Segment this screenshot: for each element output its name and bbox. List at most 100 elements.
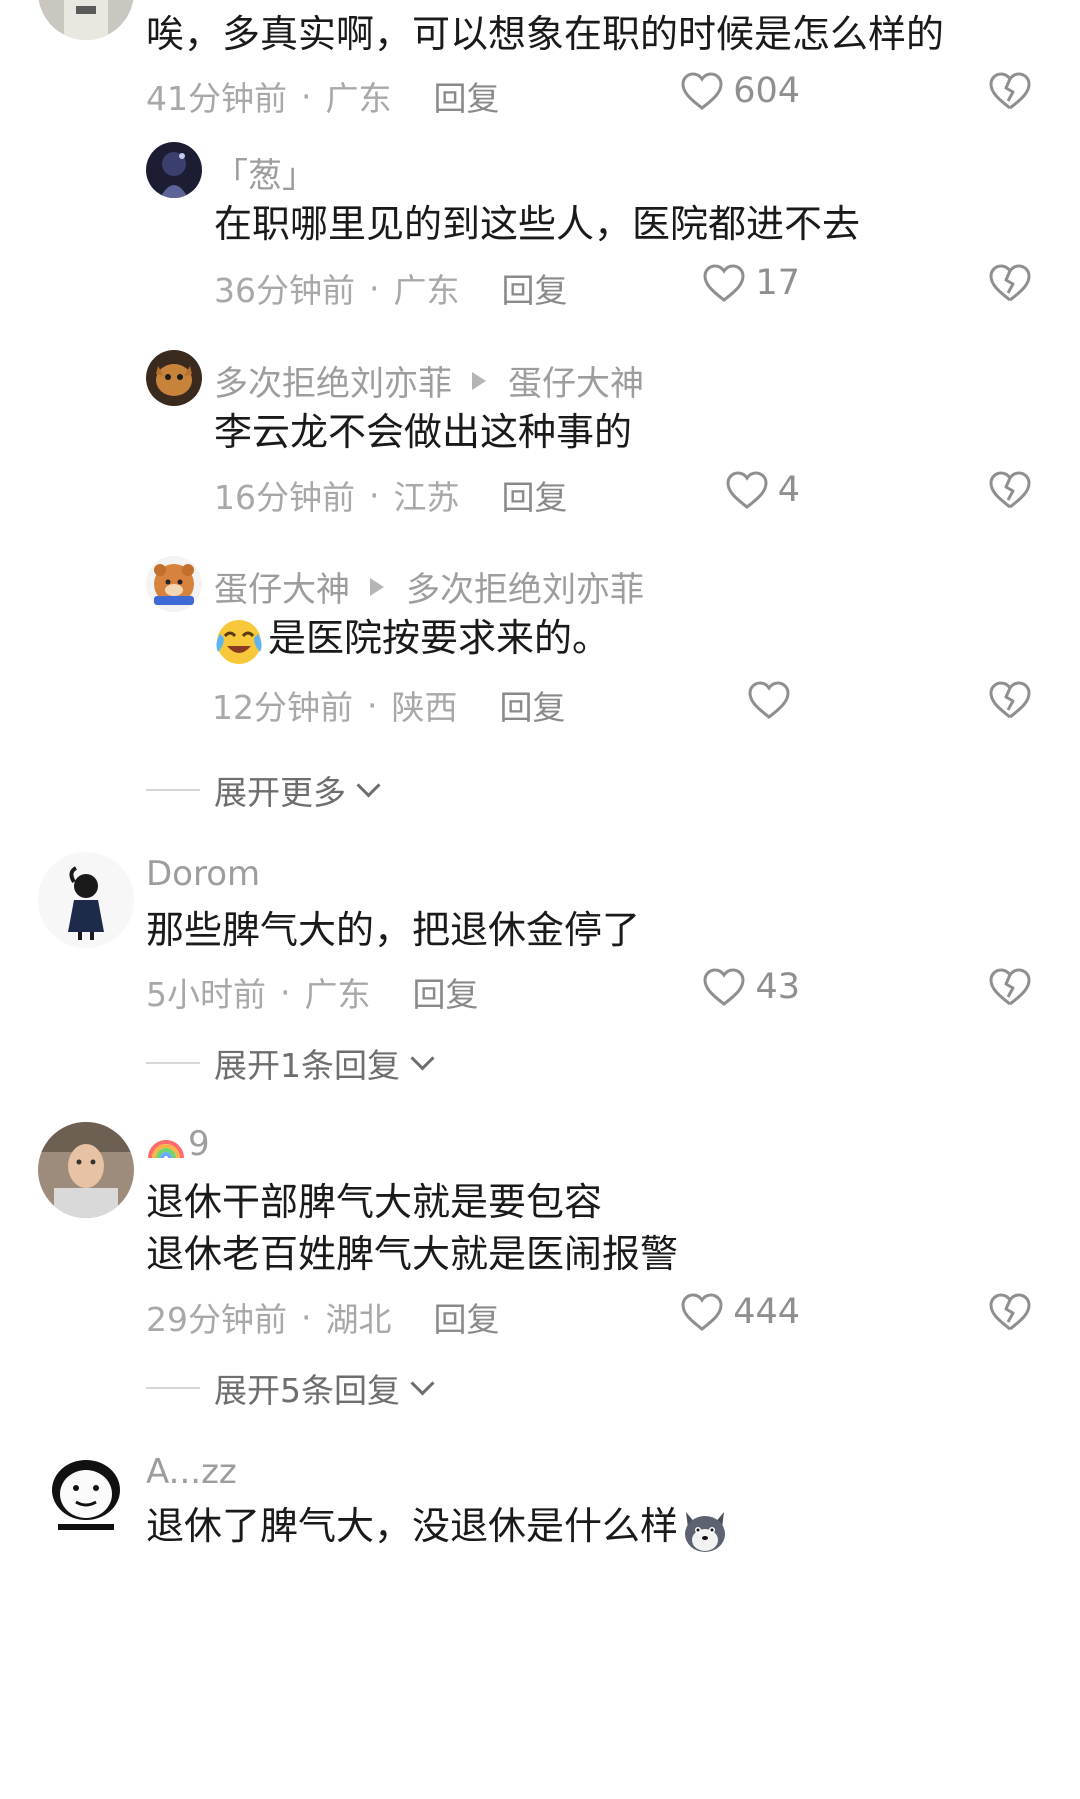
username-label[interactable]: 多次拒绝刘亦菲 [214,356,452,405]
comment-location: 湖北 [325,1300,392,1339]
broken-heart-icon [989,968,1031,1006]
heart-icon [681,1293,723,1331]
reply-button[interactable]: 回复 [500,681,566,729]
expand-more-button[interactable]: 展开更多 [146,766,381,814]
reply-button[interactable]: 回复 [502,471,568,519]
username[interactable]: 「葱」 [214,148,316,197]
like-button[interactable]: 604 [679,70,800,112]
comment-location: 广东 [304,975,371,1014]
broken-heart-icon [989,264,1031,302]
username-label[interactable]: 9 [188,1124,210,1164]
expand-label: 展开5条回复 [214,1371,400,1410]
avatar[interactable] [38,852,134,948]
reply-arrow-icon [472,371,486,390]
broken-heart-icon [989,72,1031,110]
divider-line [146,789,200,791]
meta-separator: · [301,76,312,116]
dislike-button[interactable] [988,679,1032,721]
expand-replies-button[interactable]: 展开5条回复 [146,1364,435,1412]
comment-text: 在职哪里见的到这些人，医院都进不去 [214,202,861,246]
like-button[interactable]: 43 [701,966,800,1008]
husky-emoji-icon [678,1502,732,1556]
divider-line [146,1062,200,1064]
comment-text: 唉，多真实啊，可以想象在职的时候是怎么样的 [146,12,945,56]
expand-label: 展开1条回复 [214,1046,400,1085]
comment-location: 陕西 [391,688,458,727]
comment-text-line-1: 退休干部脾气大就是要包容 [146,1180,603,1224]
username[interactable]: Dorom [146,854,260,894]
like-count: 17 [755,263,800,303]
username[interactable]: 蛋仔大神 多次拒绝刘亦菲 [214,562,644,611]
like-button[interactable]: 17 [701,262,800,304]
meta-separator: · [367,685,378,725]
username[interactable]: 9 [146,1124,210,1164]
heart-icon [748,681,790,719]
comment-time: 5小时前 [146,975,266,1014]
comment-location: 广东 [393,271,460,310]
comment-location: 江苏 [393,478,460,517]
heart-icon [726,471,768,509]
avatar[interactable] [146,556,202,612]
reply-button[interactable]: 回复 [502,264,568,312]
crying-laughing-emoji-icon [212,614,266,668]
comment-text: 是医院按要求来的。 [212,608,610,668]
comment-text-label: 退休了脾气大，没退休是什么样 [146,1504,679,1548]
like-count: 444 [733,1292,800,1332]
username[interactable]: A...zz [146,1452,237,1492]
comment-meta: 12分钟前 · 陕西 回复 [212,681,566,729]
expand-replies-button[interactable]: 展开1条回复 [146,1039,435,1087]
dislike-button[interactable] [988,966,1032,1008]
username[interactable]: 多次拒绝刘亦菲 蛋仔大神 [214,356,644,405]
like-count: 43 [755,967,800,1007]
comment-time: 12分钟前 [212,688,353,727]
like-count: 604 [733,71,800,111]
comment-time: 36分钟前 [214,271,355,310]
comment-text: 退休了脾气大，没退休是什么样 [146,1496,734,1556]
like-button[interactable]: 4 [724,469,800,511]
dislike-button[interactable] [988,469,1032,511]
dislike-button[interactable] [988,1291,1032,1333]
chevron-down-icon [410,1370,435,1396]
avatar[interactable] [38,1122,134,1218]
chevron-down-icon [410,1045,435,1071]
comment-meta: 5小时前 · 广东 回复 [146,968,479,1016]
username-label[interactable]: 蛋仔大神 [214,562,350,611]
comment-text: 李云龙不会做出这种事的 [214,410,633,454]
meta-separator: · [369,268,380,308]
meta-separator: · [369,475,380,515]
avatar[interactable] [38,1446,134,1542]
like-count: 4 [777,470,800,510]
like-button[interactable] [746,679,800,721]
heart-icon [703,968,745,1006]
comment-meta: 16分钟前 · 江苏 回复 [214,471,568,519]
comment-time: 16分钟前 [214,478,355,517]
comment-location: 广东 [325,79,392,118]
reply-button[interactable]: 回复 [434,72,500,120]
broken-heart-icon [989,681,1031,719]
avatar[interactable] [38,0,134,40]
meta-separator: · [280,972,291,1012]
like-button[interactable]: 444 [679,1291,800,1333]
meta-separator: · [301,1297,312,1337]
dislike-button[interactable] [988,70,1032,112]
rainbow-icon [146,1124,186,1164]
divider-line [146,1387,200,1389]
reply-to-username[interactable]: 蛋仔大神 [508,356,644,405]
avatar[interactable] [146,350,202,406]
reply-arrow-icon [370,577,384,596]
reply-button[interactable]: 回复 [413,968,479,1016]
expand-label: 展开更多 [214,773,346,812]
avatar[interactable] [146,142,202,198]
comment-text: 那些脾气大的，把退休金停了 [146,908,641,952]
comment-time: 41分钟前 [146,79,287,118]
broken-heart-icon [989,1293,1031,1331]
comment-text-line-2: 退休老百姓脾气大就是医闹报警 [146,1232,679,1276]
heart-icon [681,72,723,110]
reply-button[interactable]: 回复 [434,1293,500,1341]
broken-heart-icon [989,471,1031,509]
dislike-button[interactable] [988,262,1032,304]
comment-text-label: 是医院按要求来的。 [268,616,611,660]
comment-time: 29分钟前 [146,1300,287,1339]
reply-to-username[interactable]: 多次拒绝刘亦菲 [406,562,644,611]
comment-meta: 41分钟前 · 广东 回复 [146,72,500,120]
